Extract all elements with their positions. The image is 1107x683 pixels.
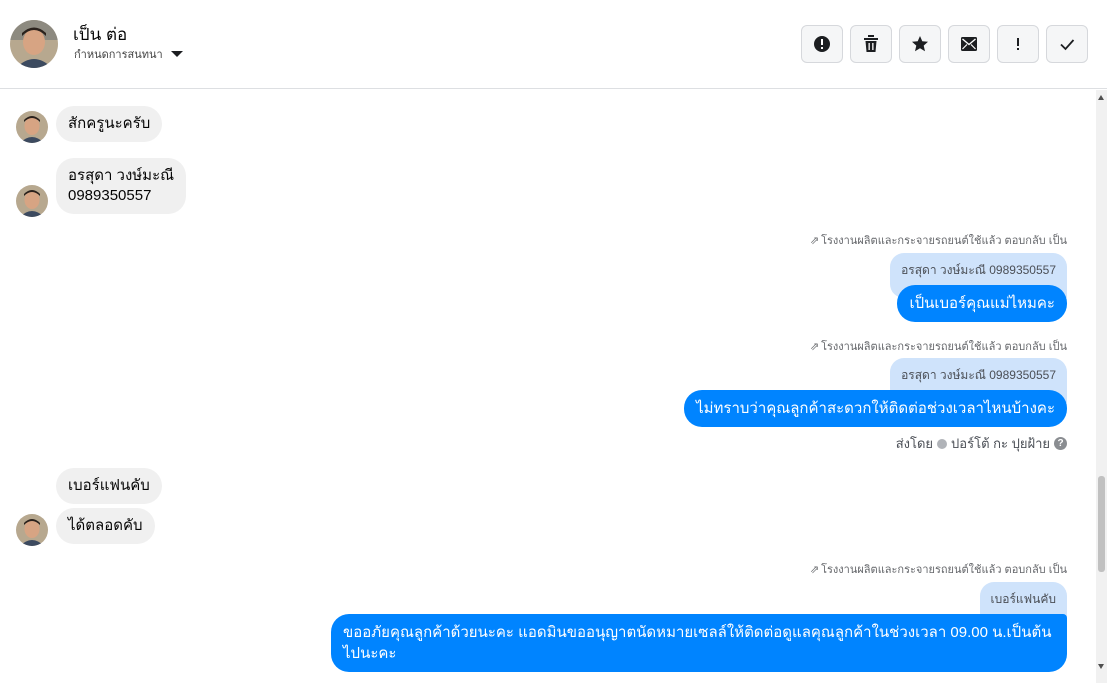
sent-by-name[interactable]: ปอร์โต้ กะ ปุยฝ้าย (951, 433, 1050, 454)
mark-important-button[interactable] (997, 25, 1039, 63)
message-thread[interactable]: สักครูนะครับ อรสุดา วงษ์มะณี 0989350557 … (0, 90, 1096, 683)
scroll-up-icon[interactable] (1098, 95, 1104, 100)
reply-arrow-icon: ⇗ (809, 234, 820, 247)
incoming-message[interactable]: สักครูนะครับ (56, 106, 163, 142)
star-icon (912, 36, 928, 52)
header-actions (801, 25, 1088, 63)
scroll-thumb[interactable] (1098, 476, 1105, 572)
help-icon[interactable]: ? (1054, 437, 1067, 450)
outgoing-message[interactable]: ไม่ทราบว่าคุณลูกค้าสะดวกให้ติดต่อช่วงเวล… (684, 390, 1067, 427)
contact-avatar-small (16, 514, 48, 546)
sender-status-icon (937, 438, 948, 449)
reply-arrow-icon: ⇗ (809, 563, 820, 576)
chevron-down-icon[interactable] (170, 51, 183, 57)
message-line: อรสุดา วงษ์มะณี (68, 167, 175, 184)
sent-by: ส่งโดย ปอร์โต้ กะ ปุยฝ้าย ? (896, 433, 1067, 454)
mark-done-button[interactable] (1046, 25, 1088, 63)
contact-avatar-small (16, 111, 48, 143)
delete-button[interactable] (850, 25, 892, 63)
mark-unread-icon (961, 37, 977, 51)
contact-name: เป็น ต่อ (73, 25, 128, 44)
contact-avatar-small (16, 185, 48, 217)
message-line: ไปนะคะ (343, 645, 397, 662)
incoming-message[interactable]: เบอร์แฟนคับ (56, 468, 162, 504)
mark-unread-button[interactable] (948, 25, 990, 63)
message-line: ขออภัยคุณลูกค้าด้วยนะคะ แอดมินขออนุญาตนั… (343, 624, 1052, 641)
conversation-settings-label: กำหนดการสนทนา (74, 49, 163, 61)
star-button[interactable] (899, 25, 941, 63)
reply-note: ⇗ โรงงานผลิตและกระจายรถยนต์ใช้แล้ว ตอบกล… (810, 560, 1067, 578)
check-icon (1060, 39, 1075, 51)
reply-note: ⇗ โรงงานผลิตและกระจายรถยนต์ใช้แล้ว ตอบกล… (810, 231, 1067, 249)
thread-scrollbar[interactable] (1096, 90, 1107, 683)
trash-icon (864, 35, 878, 52)
reply-note: ⇗ โรงงานผลิตและกระจายรถยนต์ใช้แล้ว ตอบกล… (810, 337, 1067, 355)
conversation-settings[interactable]: กำหนดการสนทนา (74, 45, 183, 63)
scroll-down-icon[interactable] (1098, 664, 1104, 669)
incoming-message[interactable]: ได้ตลอดคับ (56, 508, 155, 544)
reply-note-text: โรงงานผลิตและกระจายรถยนต์ใช้แล้ว ตอบกลับ… (821, 235, 1067, 247)
exclamation-icon (1017, 38, 1019, 50)
contact-avatar[interactable] (10, 20, 58, 68)
reply-note-text: โรงงานผลิตและกระจายรถยนต์ใช้แล้ว ตอบกลับ… (821, 564, 1067, 576)
reply-note-text: โรงงานผลิตและกระจายรถยนต์ใช้แล้ว ตอบกลับ… (821, 341, 1067, 353)
report-button[interactable] (801, 25, 843, 63)
incoming-message[interactable]: อรสุดา วงษ์มะณี 0989350557 (56, 158, 187, 214)
message-line: 0989350557 (68, 187, 152, 204)
sent-by-label: ส่งโดย (895, 436, 934, 451)
outgoing-message[interactable]: ขออภัยคุณลูกค้าด้วยนะคะ แอดมินขออนุญาตนั… (331, 614, 1067, 672)
reply-arrow-icon: ⇗ (809, 340, 820, 353)
outgoing-message[interactable]: เป็นเบอร์คุณแม่ไหมคะ (897, 285, 1067, 322)
alert-circle-icon (814, 36, 830, 52)
conversation-header: เป็น ต่อ กำหนดการสนทนา (0, 0, 1107, 89)
